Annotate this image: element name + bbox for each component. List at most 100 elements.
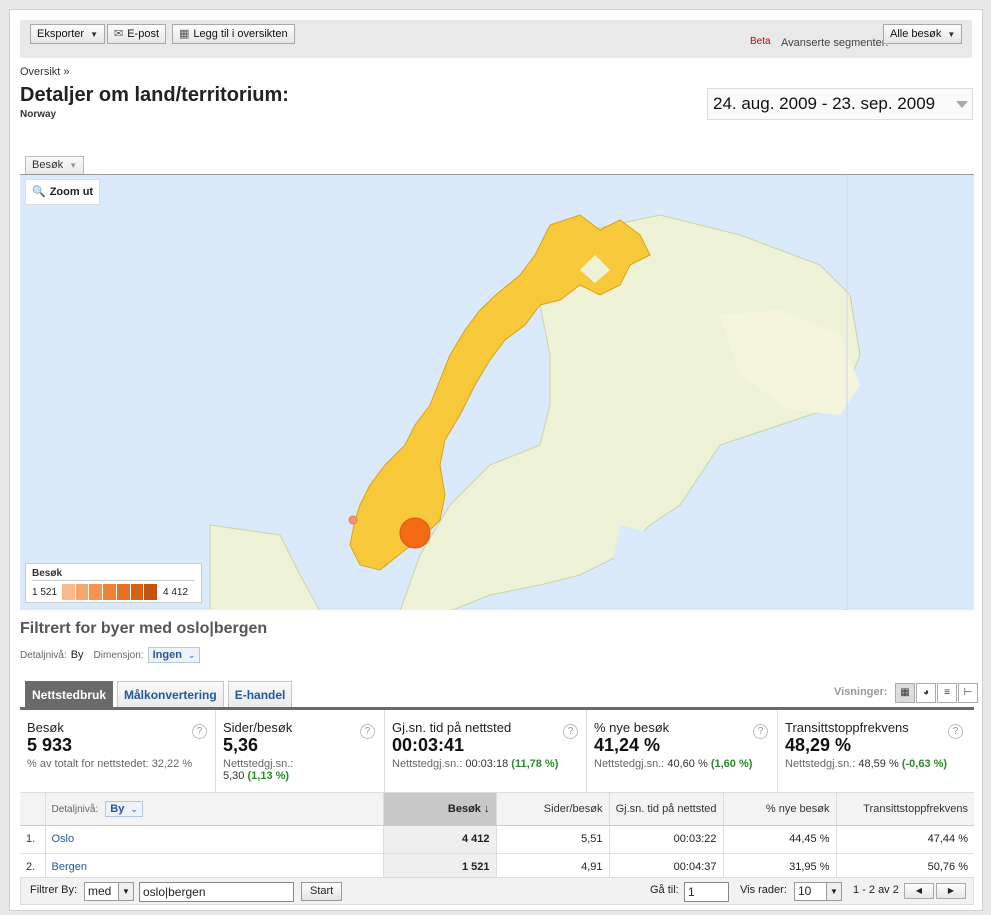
site-average-label: Nettstedgj.sn.: [223,758,294,770]
metric-sub: Nettstedgj.sn.: 00:03:18 (11,78 %) [392,758,580,770]
date-range-picker[interactable]: 24. aug. 2009 - 23. sep. 2009 [707,88,973,120]
row-number: 1. [20,825,46,854]
map-metric-select[interactable]: Besøk ▼ [25,156,85,174]
help-icon[interactable]: ? [948,724,963,739]
chevron-down-icon: ▼ [118,883,133,900]
tab-goal-conversion[interactable]: Målkonvertering [117,681,224,708]
metric-label: % nye besøk [594,720,670,735]
views-label: Visninger: [834,686,888,698]
filter-input[interactable]: oslo|bergen [139,882,294,902]
legend-swatch [144,584,159,600]
chevron-down-icon: ▼ [826,883,841,900]
zoom-out-button[interactable]: 🔍 Zoom ut [25,179,101,205]
report-frame: Eksporter ▼ ✉ E-post ▦ Legg til i oversikte… [9,9,983,911]
site-average-delta: (-0,63 %) [901,758,948,770]
dimension-label: Dimensjon: [93,649,144,661]
metric-value: 48,29 % [785,735,852,755]
legend-title: Besøk [32,568,195,581]
map-view[interactable] [20,174,974,610]
tab-ecommerce[interactable]: E-handel [227,681,293,708]
dashboard-icon: ▦ [179,28,190,40]
add-to-dashboard-button[interactable]: ▦ Legg til i oversikten [172,24,295,44]
zoom-out-label: Zoom ut [49,186,94,198]
column-header-label: Besøk [447,802,481,815]
metric-sub: Nettstedgj.sn.: 48,59 % (-0,63 %) [785,758,968,770]
date-range-text: 24. aug. 2009 - 23. sep. 2009 [713,94,936,113]
metric-visits: Besøk 5 933 % av totalt for nettstedet: … [20,710,216,792]
table-row: 1. Oslo 4 412 5,51 00:03:22 44,45 % 47,4… [20,825,974,854]
column-header-pages[interactable]: Sider/besøk [496,793,610,826]
next-page-button[interactable]: ▶ [936,883,966,899]
detail-level-label: Detaljnivå: [20,649,67,661]
site-average-value: 40,60 % [667,758,708,770]
legend-swatch [116,584,131,600]
legend-gradient [62,584,159,600]
goto-input[interactable]: 1 [684,882,729,902]
help-icon[interactable]: ? [360,724,375,739]
detail-level-select[interactable]: By ⌄ [105,800,143,817]
site-average-value: 00:03:18 [465,758,509,770]
magnifier-icon: 🔍 [32,186,46,198]
segments-select[interactable]: Alle besøk ▼ [883,24,962,44]
view-switcher: ▦ ◕ ≡ ⊢ [894,683,978,703]
table-view-icon[interactable]: ▦ [895,683,915,703]
tab-site-usage[interactable]: Nettstedbruk [25,681,114,708]
cell-time: 00:03:22 [609,825,724,854]
start-button[interactable]: Start [301,882,343,901]
prev-page-button[interactable]: ◀ [904,883,934,899]
export-button[interactable]: Eksporter ▼ [30,24,105,44]
pie-view-icon[interactable]: ◕ [916,683,936,703]
chevron-down-icon: ▼ [90,30,98,39]
compare-view-icon[interactable]: ⊢ [958,683,978,703]
metric-tabs: Nettstedbruk Målkonvertering E-handel [25,681,296,708]
chevron-down-icon: ⌄ [130,803,138,814]
detail-level-value: By [70,649,84,661]
metric-new-visits: % nye besøk 41,24 % Nettstedgj.sn.: 40,6… [587,710,778,792]
cell-pages: 5,51 [496,825,610,854]
column-header-visits[interactable]: Besøk ↓ [383,793,497,826]
legend-min: 1 521 [32,586,58,598]
filter-label: Filtrer By: [30,884,78,896]
oslo-bubble[interactable] [399,517,431,549]
help-icon[interactable]: ? [753,724,768,739]
breadcrumb[interactable]: Oversikt » [20,66,70,78]
city-link[interactable]: Oslo [45,825,384,854]
metric-label: Sider/besøk [223,720,293,735]
export-label: Eksporter [37,28,85,40]
metric-bounce-rate: Transittstoppfrekvens 48,29 % Nettstedgj… [778,710,974,792]
legend-max: 4 412 [163,586,189,598]
map-legend: Besøk 1 521 4 412 [25,563,202,603]
filter-heading: Filtrert for byer med oslo|bergen [20,620,268,637]
site-average-delta: (1,60 %) [710,758,753,770]
site-average-value: 5,30 [223,770,245,782]
help-icon[interactable]: ? [192,724,207,739]
dimension-select[interactable]: Ingen ⌄ [147,647,201,663]
filter-operator-value: med [88,884,112,898]
bergen-bubble[interactable] [348,515,358,525]
bar-view-icon[interactable]: ≡ [937,683,957,703]
metric-value: 00:03:41 [392,735,465,755]
sort-desc-icon: ↓ [484,802,490,815]
legend-swatch [130,584,145,600]
row-number-header [20,793,46,826]
column-header-bounce[interactable]: Transittstoppfrekvens [836,793,974,826]
detail-level-row: Detaljnivå: By Dimensjon: Ingen ⌄ [20,647,201,663]
metric-label: Transittstoppfrekvens [785,720,909,735]
chevron-down-icon: ▼ [947,30,956,39]
metric-sub: Nettstedgj.sn.: 40,60 % (1,60 %) [594,758,771,770]
help-icon[interactable]: ? [563,724,578,739]
metrics-summary: Besøk 5 933 % av totalt for nettstedet: … [20,707,974,793]
email-button[interactable]: ✉ E-post [107,24,167,44]
rows-select[interactable]: 10 ▼ [794,882,842,901]
legend-swatch [62,584,76,600]
detail-level-value: By [110,802,125,815]
map-metric-label: Besøk [32,159,64,171]
metric-value: 5 933 [27,735,73,755]
filter-operator-select[interactable]: med ▼ [84,882,134,901]
chevron-down-icon: ⌄ [187,650,196,660]
metric-sub: Nettstedgj.sn.: 5,30 (1,13 %) [223,758,378,782]
legend-swatch [89,584,104,600]
page-subtitle: Norway [20,109,57,120]
column-header-new-visits[interactable]: % nye besøk [723,793,837,826]
column-header-time[interactable]: Gj.sn. tid på nettsted [609,793,724,826]
